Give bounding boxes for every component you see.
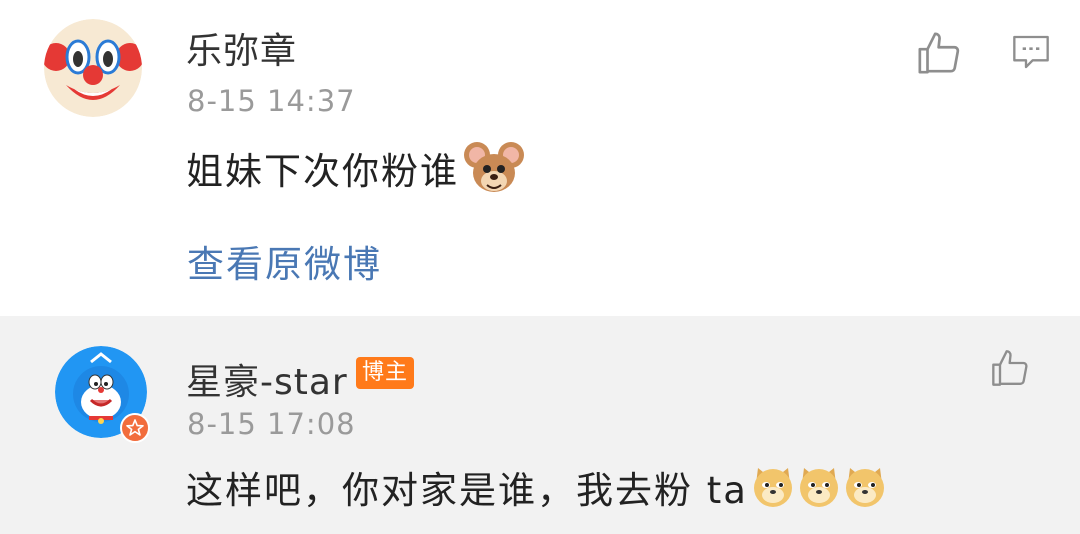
comment-timestamp: 8-15 14:37 [187, 84, 356, 118]
reply-text: 这样吧，你对家是谁，我去粉 ta [186, 469, 748, 512]
comment-username[interactable]: 乐弥章 [186, 22, 297, 74]
thumbs-up-icon[interactable] [916, 30, 962, 76]
reply-timestamp: 8-15 17:08 [187, 407, 356, 441]
comment-text-row: 姐妹下次你粉谁 [186, 141, 525, 195]
reply-username[interactable]: 星豪-star [186, 353, 348, 405]
doge-emoji [845, 468, 884, 507]
view-original-link[interactable]: 查看原微博 [187, 234, 382, 288]
doge-emoji [799, 468, 838, 507]
reply-item: 星豪-star 博主 8-15 17:08 这样吧，你对家是谁，我去粉 ta [0, 316, 1080, 534]
clown-avatar[interactable] [44, 19, 142, 117]
reply-text-row: 这样吧，你对家是谁，我去粉 ta [186, 460, 886, 514]
comment-text: 姐妹下次你粉谁 [186, 150, 459, 193]
comment-bubble-icon[interactable] [1010, 32, 1052, 72]
jerry-mouse-emoji [464, 142, 524, 192]
comment-item: 乐弥章 8-15 14:37 姐妹下次你粉谁 查看原微博 [0, 0, 1080, 316]
author-badge: 博主 [356, 357, 415, 389]
thumbs-up-icon[interactable] [990, 348, 1030, 388]
clown-face-icon [44, 19, 142, 117]
doge-emoji [753, 468, 792, 507]
verified-star-icon [120, 413, 150, 443]
